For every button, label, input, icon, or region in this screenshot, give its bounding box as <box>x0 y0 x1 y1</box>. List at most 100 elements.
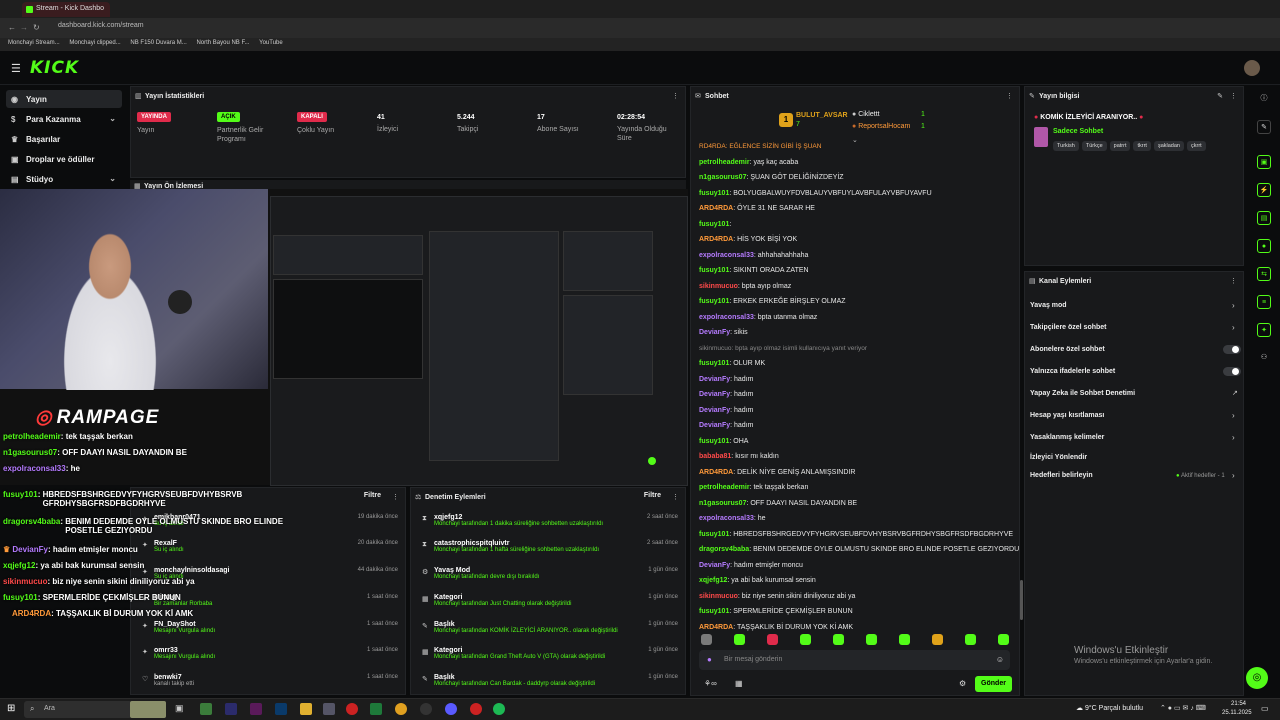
chat-bubble-icon[interactable]: ● <box>1257 239 1271 253</box>
chat-user[interactable]: DevianFy <box>699 376 730 383</box>
tag[interactable]: şakladan <box>1153 141 1184 151</box>
tag[interactable]: patrrt <box>1109 141 1131 151</box>
emote-icon[interactable] <box>998 634 1009 645</box>
chat-user[interactable]: dragorsv4baba <box>699 546 749 553</box>
chrome-icon[interactable] <box>395 703 407 715</box>
expand-chevron-icon[interactable]: ⌄ <box>852 136 858 144</box>
edit-icon[interactable]: ✎ <box>1217 92 1223 100</box>
bookmark-item[interactable]: Monchayi Stream... <box>8 38 60 46</box>
emote-icon[interactable] <box>965 634 976 645</box>
chat-scrollbar[interactable] <box>1020 580 1023 620</box>
subscribers-only-toggle[interactable] <box>1223 345 1241 354</box>
emote-icon[interactable] <box>734 634 745 645</box>
chat-user[interactable]: fusuy101 <box>699 298 729 305</box>
wrench-icon[interactable]: ✦ <box>1257 323 1271 337</box>
reload-icon[interactable]: ↻ <box>33 23 40 32</box>
category-name[interactable]: Sadece Sohbet <box>1053 128 1103 135</box>
taskbar-search[interactable]: ⌕ Ara <box>24 701 132 718</box>
bookmark-item[interactable]: NB F150 Duvara M... <box>130 38 186 46</box>
weather-widget[interactable]: ☁ 9°C Parçalı bulutlu <box>1076 704 1143 712</box>
notepad-icon[interactable] <box>323 703 335 715</box>
link-icon[interactable]: ⇆ <box>1257 267 1271 281</box>
chat-user[interactable]: sikinmucuo <box>699 593 738 600</box>
chevron-right-icon[interactable]: › <box>1232 471 1235 480</box>
edit-icon[interactable]: ✎ <box>1257 120 1271 134</box>
sidebar-item-studyo[interactable]: ▤ Stüdyo ⌄ <box>6 170 122 188</box>
sidebar-item-droplar[interactable]: ▣ Droplar ve ödüller <box>6 150 122 168</box>
chat-user[interactable]: sikinmucuo <box>699 283 738 290</box>
emote-icon[interactable] <box>767 634 778 645</box>
list-icon[interactable]: ≡ <box>1257 295 1271 309</box>
chat-user[interactable]: petrolheademir <box>699 159 750 166</box>
opera-icon[interactable] <box>346 703 358 715</box>
emote-icon[interactable] <box>866 634 877 645</box>
url-field[interactable]: dashboard.kick.com/stream <box>58 22 144 29</box>
bookmark-item[interactable]: Monchayi clipped... <box>69 38 120 46</box>
tray-icons[interactable]: ⌃ ● ▭ ✉ ♪ ⌨ <box>1160 704 1206 712</box>
kick-logo[interactable]: KICK <box>30 58 79 78</box>
task-view-icon[interactable]: ▣ <box>175 703 187 715</box>
lightning-icon[interactable]: ⚡ <box>1257 183 1271 197</box>
bookmark-item[interactable]: North Bayou NB F... <box>196 38 249 46</box>
avatar[interactable] <box>1244 60 1260 76</box>
mic-icon[interactable]: ● <box>707 655 712 664</box>
chat-user[interactable]: ARD4RDA <box>699 236 733 243</box>
tag[interactable]: Turkish <box>1053 141 1079 151</box>
chat-user[interactable]: n1gasourus07 <box>699 500 746 507</box>
send-button[interactable]: Gönder <box>975 676 1012 692</box>
more-icon[interactable]: ⋮ <box>672 92 679 100</box>
action-account-age[interactable]: Hesap yaşı kısıtlaması <box>1030 412 1104 419</box>
more-icon[interactable]: ⋮ <box>672 493 679 501</box>
notification-icon[interactable]: ▭ <box>1261 704 1269 713</box>
discord-icon[interactable] <box>445 703 457 715</box>
chat-user[interactable]: expolraconsal33 <box>699 314 754 321</box>
gift-icon[interactable]: ⚘∞ <box>704 679 717 688</box>
action-followers-only[interactable]: Takipçilere özel sohbet <box>1030 324 1107 331</box>
premiere-icon[interactable] <box>225 703 237 715</box>
chat-user[interactable]: DevianFy <box>699 391 730 398</box>
chat-user[interactable]: fusuy101 <box>699 531 729 538</box>
tag[interactable]: çkrrt <box>1187 141 1206 151</box>
chat-user[interactable]: n1gasourus07 <box>699 174 746 181</box>
bookmark-item[interactable]: YouTube <box>259 38 283 46</box>
chat-user[interactable]: DevianFy <box>699 562 730 569</box>
windows-start-icon[interactable]: ⊞ <box>7 703 15 714</box>
action-raid[interactable]: İzleyici Yönlendir <box>1030 454 1087 461</box>
menu-icon[interactable]: ☰ <box>11 62 21 75</box>
chat-user[interactable]: fusuy101 <box>699 267 729 274</box>
scene-icon[interactable]: ▣ <box>1257 155 1271 169</box>
pinned-user[interactable]: BULUT_AVSAR <box>796 112 848 119</box>
chat-input[interactable]: ● Bir mesaj gönderin ☺ <box>699 650 1010 670</box>
chevron-right-icon[interactable]: › <box>1232 411 1235 420</box>
info-circle-icon[interactable]: ⓘ <box>1257 92 1271 106</box>
emote-icon[interactable] <box>833 634 844 645</box>
chat-user[interactable]: ARD4RDA <box>699 624 733 631</box>
chat-user[interactable]: fusuy101 <box>699 221 729 228</box>
more-icon[interactable]: ⋮ <box>1230 92 1237 100</box>
chat-user[interactable]: expolraconsal33 <box>699 252 754 259</box>
emoji-icon[interactable]: ☺ <box>996 655 1004 664</box>
chat-user[interactable]: bababa81 <box>699 453 731 460</box>
chat-user[interactable]: fusuy101 <box>699 438 729 445</box>
emotes-only-toggle[interactable] <box>1223 367 1241 376</box>
help-chat-icon[interactable]: ◎ <box>1246 667 1268 689</box>
more-icon[interactable]: ⋮ <box>1006 92 1013 100</box>
app-icon[interactable] <box>250 703 262 715</box>
file-explorer-icon[interactable] <box>300 703 312 715</box>
chat-user[interactable]: petrolheademir <box>699 484 750 491</box>
action-goals[interactable]: Hedefleri belirleyin <box>1030 472 1093 479</box>
action-ai-moderation[interactable]: Yapay Zeka ile Sohbet Denetimi <box>1030 390 1135 397</box>
chevron-right-icon[interactable]: › <box>1232 323 1235 332</box>
obs-icon[interactable] <box>420 703 432 715</box>
chat-user[interactable]: ARD4RDA <box>699 469 733 476</box>
spotify-icon[interactable] <box>493 703 505 715</box>
excel-icon[interactable] <box>370 703 382 715</box>
back-icon[interactable]: ← <box>8 23 16 32</box>
chat-user[interactable]: fusuy101 <box>699 608 729 615</box>
chat-user[interactable]: fusuy101 <box>699 190 729 197</box>
action-slow-mode[interactable]: Yavaş mod <box>1030 302 1067 309</box>
calendar-icon[interactable]: ▦ <box>735 679 743 688</box>
emote-icon[interactable] <box>899 634 910 645</box>
browser-tab[interactable]: Stream - Kick Dashbo <box>22 2 110 17</box>
emote-icon[interactable] <box>800 634 811 645</box>
